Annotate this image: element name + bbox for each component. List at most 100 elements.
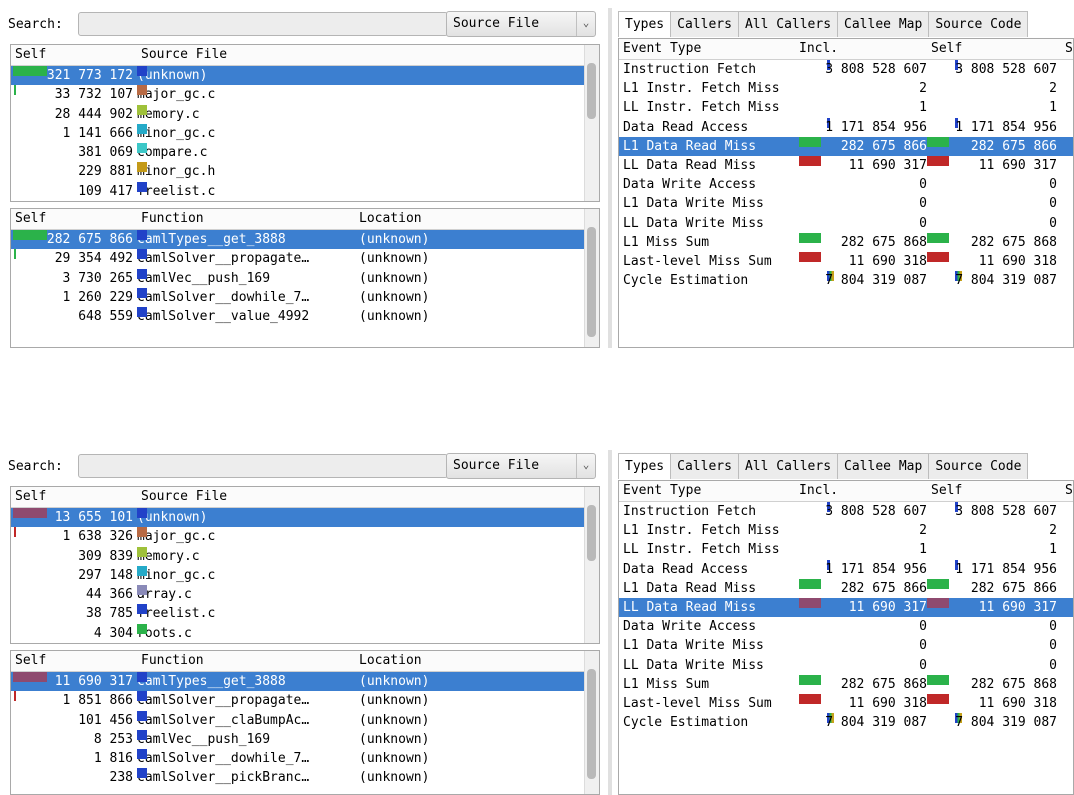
function-list-row[interactable]: 282 675 866 camlTypes__get_3888 (unknown)	[11, 230, 599, 250]
event-type-row[interactable]: L1 Data Write Miss 0 0	[619, 636, 1073, 655]
tab-source-code[interactable]: Source Code	[928, 11, 1029, 37]
function-list-row[interactable]: 101 456 camlSolver__claBumpAc… (unknown)	[11, 710, 599, 730]
scrollbar[interactable]	[584, 487, 599, 643]
event-type-row[interactable]: L1 Data Read Miss 282 675 866 282 675 866	[619, 136, 1073, 156]
file-list-row[interactable]: 4 304 roots.c	[11, 623, 599, 643]
file-list-row[interactable]: 109 417 freelist.c	[11, 181, 599, 201]
file-list-row[interactable]: 1 141 666 minor_gc.c	[11, 123, 599, 143]
tab-source-code[interactable]: Source Code	[928, 453, 1029, 479]
event-type-row[interactable]: Data Write Access 0 0	[619, 175, 1073, 194]
file-list-row[interactable]: 38 785 freelist.c	[11, 604, 599, 623]
event-type-row[interactable]: L1 Instr. Fetch Miss 2 2	[619, 521, 1073, 540]
tab-callers[interactable]: Callers	[670, 453, 739, 479]
top-event-types-list[interactable]: Event Type Incl. Self S Instruction Fetch 3 8…	[618, 38, 1074, 348]
function-list-row[interactable]: 3 730 265 camlVec__push_169 (unknown)	[11, 268, 599, 288]
function-list-row[interactable]: 29 354 492 camlSolver__propagate… (unknown…	[11, 249, 599, 268]
column-header-event-type[interactable]: Event Type	[623, 481, 701, 501]
column-header-incl[interactable]: Incl.	[799, 481, 838, 501]
bottom-file-list[interactable]: Self Source File 13 655 101 (unknown) 1 638 …	[10, 486, 600, 644]
column-header-self[interactable]: Self	[931, 39, 962, 59]
tab-callee-map[interactable]: Callee Map	[837, 11, 930, 37]
scrollbar-thumb[interactable]	[587, 227, 596, 337]
top-function-list[interactable]: Self Function Location 282 675 866 camlTypes…	[10, 208, 600, 348]
file-list-row[interactable]: 13 655 101 (unknown)	[11, 508, 599, 528]
function-list-row[interactable]: 1 851 866 camlSolver__propagate… (unknown)	[11, 691, 599, 710]
event-type-row[interactable]: Instruction Fetch 3 808 528 607 3 808 528 …	[619, 60, 1073, 79]
source-file-select[interactable]: Source File ⌄	[446, 11, 596, 37]
splitter-handle[interactable]	[608, 450, 612, 795]
top-file-list[interactable]: Self Source File 321 773 172 (unknown) 33 73…	[10, 44, 600, 202]
event-type-row[interactable]: LL Data Write Miss 0 0	[619, 656, 1073, 675]
function-list-row[interactable]: 1 260 229 camlSolver__dowhile_7… (unknown)	[11, 287, 599, 307]
bottom-event-types-list[interactable]: Event Type Incl. Self S Instruction Fetch 3 8…	[618, 480, 1074, 795]
scrollbar[interactable]	[584, 651, 599, 794]
column-header-function[interactable]: Function	[141, 209, 204, 229]
tab-all-callers[interactable]: All Callers	[737, 11, 839, 37]
file-list-row[interactable]: 297 148 minor_gc.c	[11, 565, 599, 585]
column-header-source-file[interactable]: Source File	[141, 45, 227, 65]
event-type-row[interactable]: L1 Miss Sum 282 675 868 282 675 868	[619, 232, 1073, 252]
event-type-row[interactable]: Data Read Access 1 171 854 956 1 171 854 9…	[619, 559, 1073, 579]
column-header-function[interactable]: Function	[141, 651, 204, 671]
column-header-self[interactable]: Self	[15, 45, 46, 65]
source-file-select[interactable]: Source File ⌄	[446, 453, 596, 479]
event-type-row[interactable]: Data Write Access 0 0	[619, 617, 1073, 636]
function-list-row[interactable]: 238 camlSolver__pickBranc… (unknown)	[11, 768, 599, 787]
search-input[interactable]	[78, 12, 448, 36]
event-type-row[interactable]: Cycle Estimation 7 804 319 087 7 804 319 0…	[619, 271, 1073, 290]
file-list-row[interactable]: 1 638 326 major_gc.c	[11, 527, 599, 546]
scrollbar[interactable]	[584, 45, 599, 201]
column-header-location[interactable]: Location	[359, 209, 422, 229]
file-list-row[interactable]: 33 732 107 major_gc.c	[11, 85, 599, 104]
bottom-function-list[interactable]: Self Function Location 11 690 317 camlTypes_…	[10, 650, 600, 795]
column-header-source-file[interactable]: Source File	[141, 487, 227, 507]
chevron-down-icon[interactable]: ⌄	[576, 454, 595, 478]
column-header-self[interactable]: Self	[15, 209, 46, 229]
scrollbar-thumb[interactable]	[587, 505, 596, 561]
file-list-row[interactable]: 321 773 172 (unknown)	[11, 66, 599, 86]
column-header-extra[interactable]: S	[1065, 39, 1073, 59]
scrollbar-thumb[interactable]	[587, 63, 596, 119]
event-type-row[interactable]: Last-level Miss Sum 11 690 318 11 690 318	[619, 693, 1073, 713]
splitter-handle[interactable]	[608, 8, 612, 348]
search-input[interactable]	[78, 454, 448, 478]
event-type-row[interactable]: LL Data Write Miss 0 0	[619, 214, 1073, 233]
function-list-row[interactable]: 8 253 camlVec__push_169 (unknown)	[11, 729, 599, 749]
event-type-row[interactable]: Last-level Miss Sum 11 690 318 11 690 318	[619, 251, 1073, 271]
column-header-incl[interactable]: Incl.	[799, 39, 838, 59]
tab-all-callers[interactable]: All Callers	[737, 453, 839, 479]
event-type-row[interactable]: L1 Data Read Miss 282 675 866 282 675 866	[619, 578, 1073, 598]
column-header-self[interactable]: Self	[15, 487, 46, 507]
column-header-location[interactable]: Location	[359, 651, 422, 671]
tab-callers[interactable]: Callers	[670, 11, 739, 37]
column-header-extra[interactable]: S	[1065, 481, 1073, 501]
chevron-down-icon[interactable]: ⌄	[576, 12, 595, 36]
event-type-row[interactable]: L1 Data Write Miss 0 0	[619, 194, 1073, 213]
file-list-row[interactable]: 28 444 902 memory.c	[11, 104, 599, 124]
scrollbar-thumb[interactable]	[587, 669, 596, 779]
event-type-row[interactable]: Cycle Estimation 7 804 319 087 7 804 319 0…	[619, 713, 1073, 732]
column-header-event-type[interactable]: Event Type	[623, 39, 701, 59]
event-type-row[interactable]: LL Data Read Miss 11 690 317 11 690 317	[619, 597, 1073, 618]
tab-callee-map[interactable]: Callee Map	[837, 453, 930, 479]
event-type-row[interactable]: LL Instr. Fetch Miss 1 1	[619, 98, 1073, 117]
event-type-row[interactable]: LL Data Read Miss 11 690 317 11 690 317	[619, 155, 1073, 175]
function-list-row[interactable]: 11 690 317 camlTypes__get_3888 (unknown)	[11, 672, 599, 692]
tab-types[interactable]: Types	[618, 453, 672, 479]
function-list-row[interactable]: 648 559 camlSolver__value_4992 (unknown)	[11, 307, 599, 326]
event-type-row[interactable]: Data Read Access 1 171 854 956 1 171 854 9…	[619, 117, 1073, 137]
function-list-row[interactable]: 1 816 camlSolver__dowhile_7… (unknown)	[11, 749, 599, 768]
event-type-row[interactable]: L1 Instr. Fetch Miss 2 2	[619, 79, 1073, 98]
file-list-row[interactable]: 381 069 compare.c	[11, 143, 599, 162]
file-list-row[interactable]: 44 366 array.c	[11, 585, 599, 604]
event-type-row[interactable]: Instruction Fetch 3 808 528 607 3 808 528 …	[619, 502, 1073, 521]
event-type-row[interactable]: L1 Miss Sum 282 675 868 282 675 868	[619, 674, 1073, 694]
column-header-self[interactable]: Self	[15, 651, 46, 671]
file-list-row[interactable]: 309 839 memory.c	[11, 546, 599, 566]
tab-types[interactable]: Types	[618, 11, 672, 37]
file-list-row[interactable]: 229 881 minor_gc.h	[11, 162, 599, 181]
event-type-row[interactable]: LL Instr. Fetch Miss 1 1	[619, 540, 1073, 559]
event-name: Cycle Estimation	[623, 715, 749, 731]
scrollbar[interactable]	[584, 209, 599, 347]
column-header-self[interactable]: Self	[931, 481, 962, 501]
